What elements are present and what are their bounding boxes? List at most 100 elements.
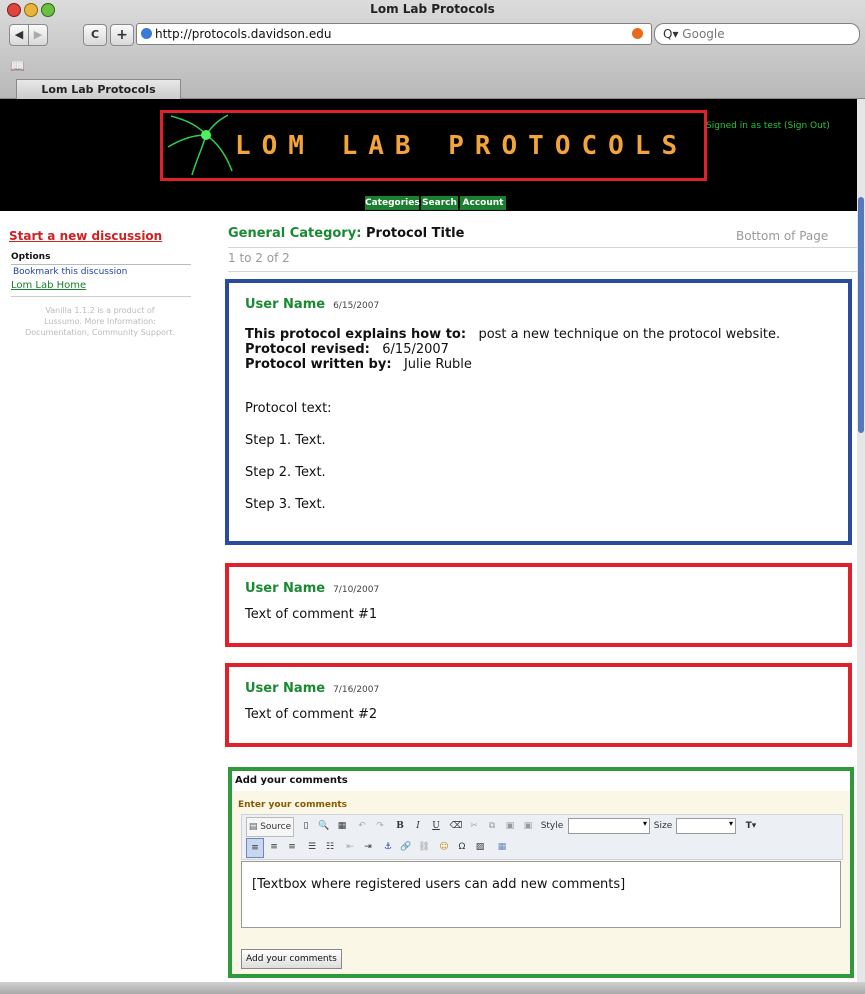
size-label: Size: [653, 821, 673, 831]
outdent-icon[interactable]: ⇤: [342, 838, 358, 856]
vanilla-credit-line: Lussumo. More Information:: [44, 317, 156, 326]
editor-toolbar: ▤ Source ▯ 🔍 ▦ ↶ ↷ B I U ⌫ ✂ ⧉ ▣ ▣ Style…: [241, 814, 843, 860]
image-icon[interactable]: ▨: [472, 838, 488, 856]
add-comments-button[interactable]: Add your comments: [241, 949, 342, 969]
smiley-icon[interactable]: ☺: [436, 838, 452, 856]
new-page-icon[interactable]: ▯: [298, 817, 314, 835]
bookmark-discussion-link[interactable]: Bookmark this discussion: [13, 267, 127, 277]
options-heading: Options: [11, 252, 51, 262]
tab-lom-lab-protocols[interactable]: Lom Lab Protocols: [16, 79, 181, 100]
book-icon[interactable]: 📖: [10, 59, 25, 73]
vanilla-credit-line: Vanilla 1.1.2 is a product of: [45, 306, 155, 315]
preview-icon[interactable]: 🔍: [316, 817, 332, 835]
link-icon[interactable]: 🔗: [398, 838, 414, 856]
protocol-meta: This protocol explains how to: post a ne…: [245, 327, 780, 372]
cut-icon[interactable]: ✂: [466, 817, 482, 835]
explains-value: post a new technique on the protocol web…: [478, 327, 781, 342]
redo-icon[interactable]: ↷: [372, 817, 388, 835]
lom-lab-home-link[interactable]: Lom Lab Home: [11, 280, 86, 291]
style-select[interactable]: ▾: [568, 818, 650, 834]
chevron-down-icon: ▾: [728, 819, 733, 828]
vanilla-credit: Vanilla 1.1.2 is a product of Lussumo. M…: [0, 305, 200, 338]
nav-tab-search[interactable]: Search: [421, 196, 458, 210]
post-header: User Name 6/15/2007: [245, 293, 379, 312]
paste-word-icon[interactable]: ▣: [520, 817, 536, 835]
written-value: Julie Ruble: [403, 357, 472, 372]
comment-author[interactable]: User Name: [245, 581, 325, 596]
logo-highlight-box: LOM LAB PROTOCOLS: [160, 110, 707, 181]
comment-form: Add your comments Enter your comments ▤ …: [228, 767, 854, 978]
post-author[interactable]: User Name: [245, 297, 325, 312]
table-icon[interactable]: ▦: [494, 838, 510, 856]
revised-label: Protocol revised:: [245, 342, 370, 357]
site-logo-text: LOM LAB PROTOCOLS: [235, 131, 689, 161]
protocol-post: User Name 6/15/2007 This protocol explain…: [225, 279, 852, 545]
remove-format-icon[interactable]: ⌫: [448, 817, 464, 835]
protocol-step: Step 1. Text.: [245, 433, 326, 448]
rss-icon[interactable]: [632, 28, 643, 39]
enter-comments-label: Enter your comments: [238, 800, 348, 810]
window-title: Lom Lab Protocols: [370, 2, 495, 16]
back-button[interactable]: ◀: [9, 24, 29, 46]
search-icon: Q▾: [663, 27, 679, 41]
discussion-title: Protocol Title: [366, 226, 465, 241]
written-label: Protocol written by:: [245, 357, 392, 372]
comment-date: 7/16/2007: [333, 685, 380, 695]
comment-text: Text of comment #2: [245, 707, 378, 722]
signed-in-status[interactable]: Signed in as test (Sign Out): [706, 121, 830, 131]
vanilla-credit-line[interactable]: Documentation, Community Support.: [0, 327, 200, 338]
italic-icon[interactable]: I: [410, 817, 426, 835]
paste-icon[interactable]: ▣: [502, 817, 518, 835]
numbered-list-icon[interactable]: ☰: [304, 838, 320, 856]
align-left-icon[interactable]: ≡: [246, 838, 264, 858]
comment-header: User Name 7/10/2007: [245, 577, 379, 596]
sidebar-divider: [11, 264, 191, 265]
sidebar-divider: [11, 296, 191, 297]
copy-icon[interactable]: ⧉: [484, 817, 500, 835]
add-bookmark-button[interactable]: +: [110, 24, 134, 46]
count-divider: [228, 271, 858, 272]
unlink-icon[interactable]: ⛓: [416, 838, 432, 856]
indent-icon[interactable]: ⇥: [360, 838, 376, 856]
size-select[interactable]: ▾: [676, 818, 736, 834]
category-label[interactable]: General Category:: [228, 226, 361, 241]
protocol-step: Step 3. Text.: [245, 497, 326, 512]
bottom-of-page-link[interactable]: Bottom of Page: [736, 229, 828, 243]
text-color-icon[interactable]: T▾: [740, 817, 762, 835]
revised-value: 6/15/2007: [382, 342, 449, 357]
search-field[interactable]: Q▾ Google: [654, 23, 860, 45]
comment-author[interactable]: User Name: [245, 681, 325, 696]
browser-chrome: Lom Lab Protocols ◀ ▶ C + http://protoco…: [0, 0, 865, 100]
templates-icon[interactable]: ▦: [334, 817, 350, 835]
align-right-icon[interactable]: ≡: [284, 838, 300, 856]
reload-button[interactable]: C: [83, 24, 107, 46]
start-discussion-link[interactable]: Start a new discussion: [9, 229, 162, 243]
comment-date: 7/10/2007: [333, 585, 380, 595]
protocol-text-label: Protocol text:: [245, 401, 332, 416]
comment: User Name 7/10/2007 Text of comment #1: [225, 563, 852, 647]
comment: User Name 7/16/2007 Text of comment #2: [225, 663, 852, 747]
style-label: Style: [540, 821, 564, 831]
bold-icon[interactable]: B: [392, 817, 408, 835]
anchor-icon[interactable]: ⚓: [380, 838, 396, 856]
explains-row: This protocol explains how to: post a ne…: [245, 327, 780, 342]
special-char-icon[interactable]: Ω: [454, 838, 470, 856]
protocol-step: Step 2. Text.: [245, 465, 326, 480]
nav-tab-categories[interactable]: Categories: [365, 196, 420, 210]
written-row: Protocol written by: Julie Ruble: [245, 357, 780, 372]
comment-textbox[interactable]: [Textbox where registered users can add …: [241, 861, 841, 928]
undo-icon[interactable]: ↶: [354, 817, 370, 835]
scrollbar-thumb[interactable]: [858, 197, 864, 433]
bulleted-list-icon[interactable]: ☷: [322, 838, 338, 856]
bookmarks-bar: 📖: [0, 56, 865, 78]
explains-label: This protocol explains how to:: [245, 327, 467, 342]
chevron-down-icon: ▾: [642, 819, 647, 828]
address-bar[interactable]: http://protocols.davidson.edu: [136, 23, 652, 45]
underline-icon[interactable]: U: [428, 817, 444, 835]
comment-text: Text of comment #1: [245, 607, 378, 622]
url-text: http://protocols.davidson.edu: [155, 27, 332, 41]
align-center-icon[interactable]: ≡: [266, 838, 282, 856]
nav-tab-account[interactable]: Account: [460, 196, 506, 210]
forward-button[interactable]: ▶: [28, 24, 48, 46]
source-button[interactable]: ▤ Source: [246, 817, 294, 837]
